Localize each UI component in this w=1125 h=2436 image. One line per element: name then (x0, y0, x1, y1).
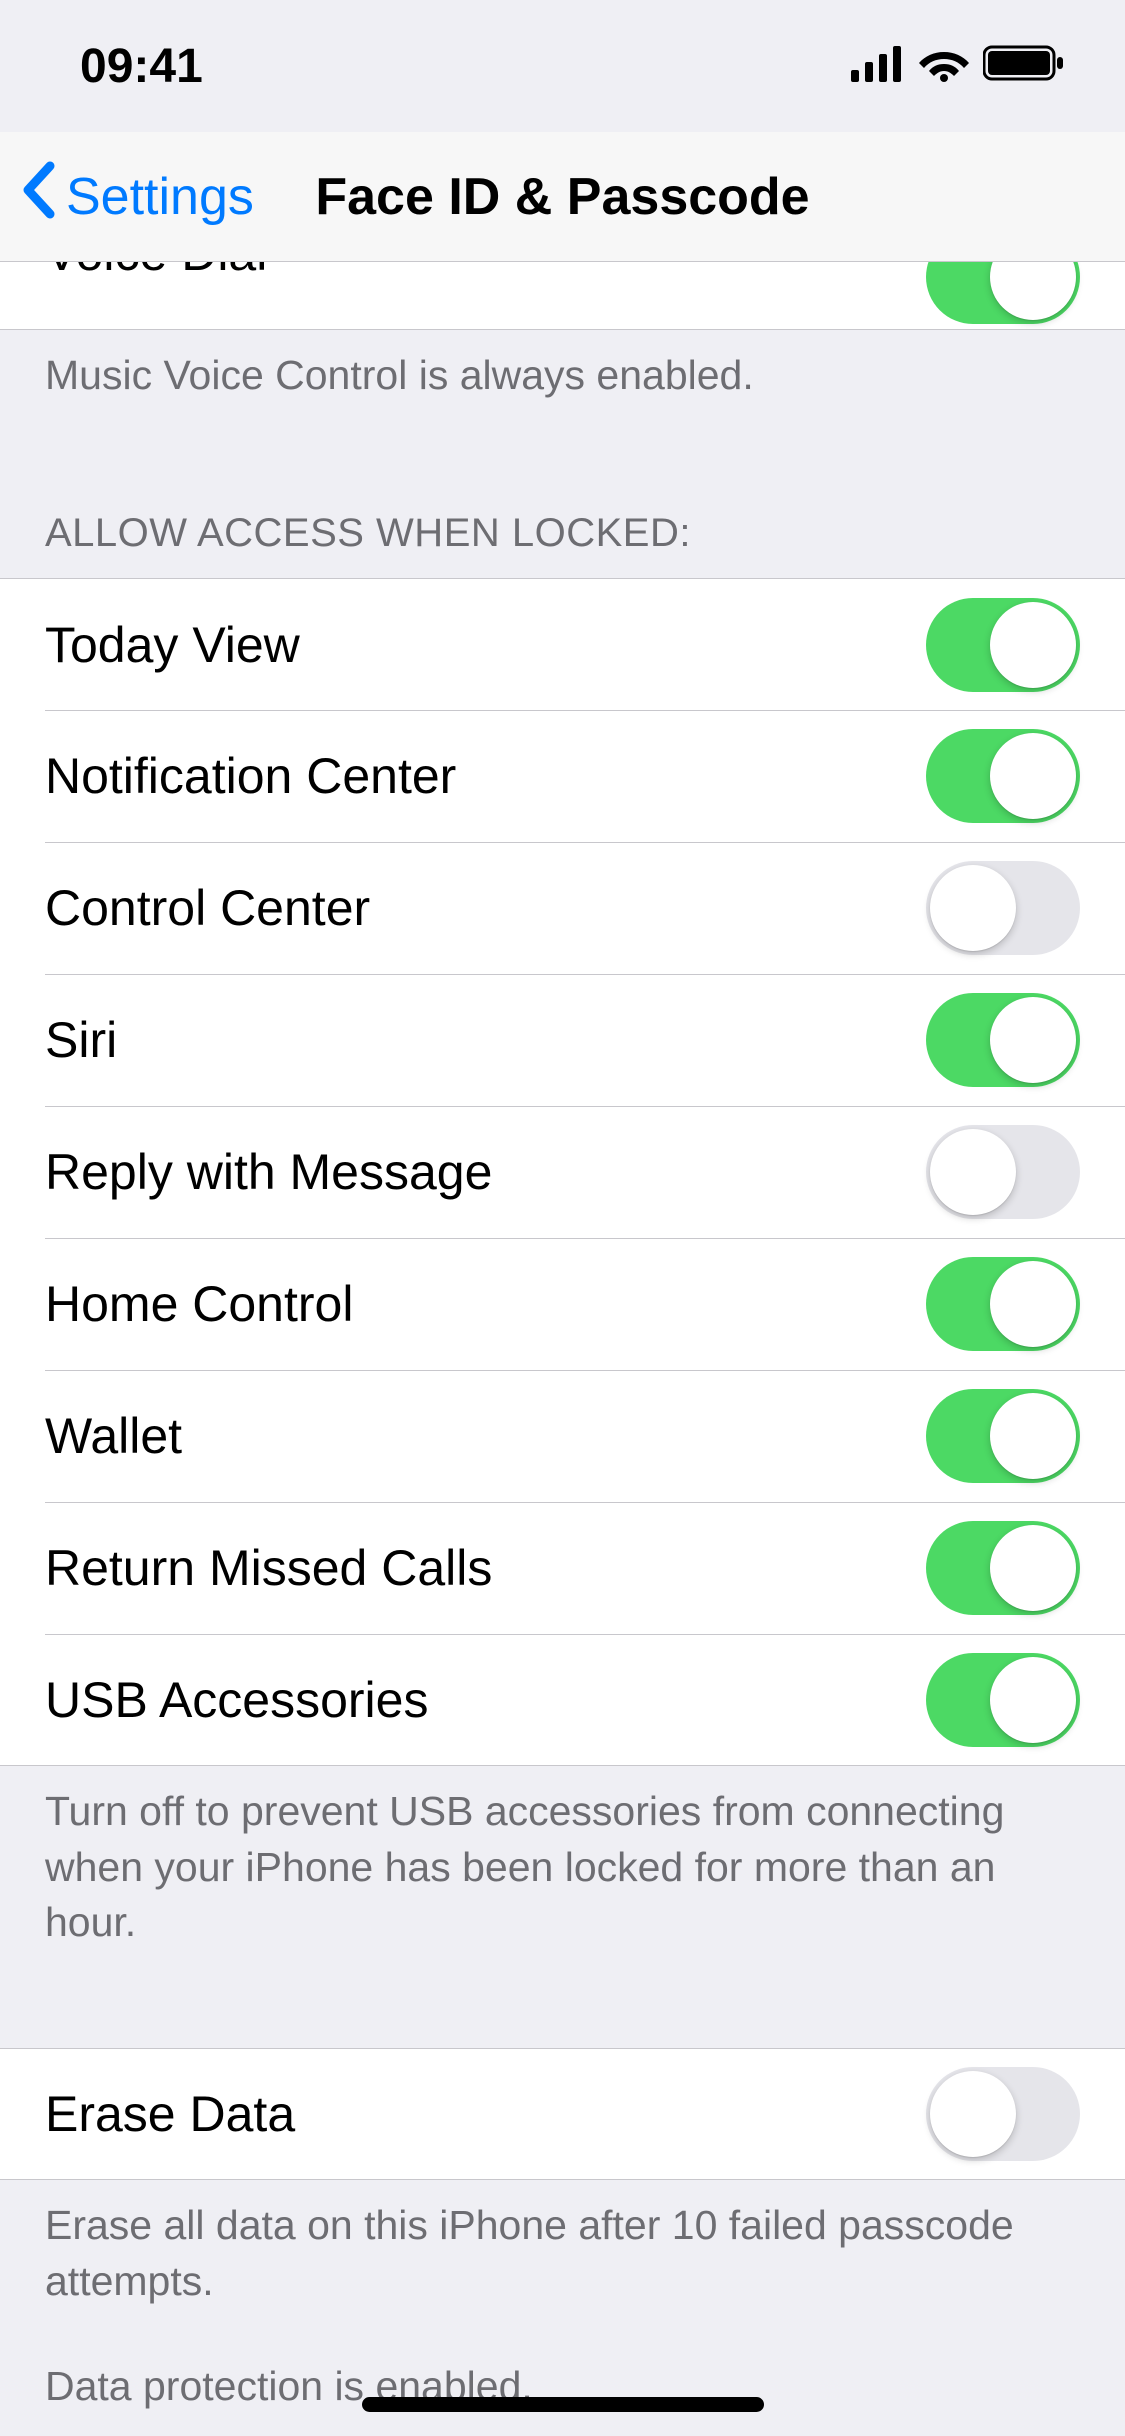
toggle-erase-data[interactable] (926, 2067, 1080, 2161)
toggle-control-center[interactable] (926, 861, 1080, 955)
cell-label: Home Control (45, 1275, 353, 1333)
cellular-icon (851, 39, 905, 94)
row-erase-data: Erase Data (0, 2048, 1125, 2180)
battery-icon (983, 39, 1065, 94)
toggle-reply-with-message[interactable] (926, 1125, 1080, 1219)
cell-label: Today View (45, 616, 300, 674)
toggle-today-view[interactable] (926, 598, 1080, 692)
cell-label: Notification Center (45, 747, 456, 805)
cell-label: Siri (45, 1011, 117, 1069)
allow-access-header: Allow access when locked: (0, 421, 1125, 578)
chevron-left-icon (20, 160, 56, 233)
content: Voice Dial Music Voice Control is always… (0, 262, 1125, 2436)
row-today-view: Today View (0, 578, 1125, 710)
row-reply-with-message: Reply with Message (0, 1106, 1125, 1238)
row-wallet: Wallet (0, 1370, 1125, 1502)
toggle-wallet[interactable] (926, 1389, 1080, 1483)
voice-dial-footer: Music Voice Control is always enabled. (0, 330, 1125, 421)
toggle-usb-accessories[interactable] (926, 1653, 1080, 1747)
row-control-center: Control Center (0, 842, 1125, 974)
row-voice-dial: Voice Dial (0, 262, 1125, 330)
toggle-siri[interactable] (926, 993, 1080, 1087)
status-indicators (851, 39, 1065, 94)
cell-label: USB Accessories (45, 1671, 428, 1729)
row-usb-accessories: USB Accessories (0, 1634, 1125, 1766)
toggle-notification-center[interactable] (926, 729, 1080, 823)
nav-bar: Settings Face ID & Passcode (0, 132, 1125, 262)
back-label: Settings (66, 167, 254, 227)
row-notification-center: Notification Center (0, 710, 1125, 842)
toggle-return-missed-calls[interactable] (926, 1521, 1080, 1615)
row-siri: Siri (0, 974, 1125, 1106)
cell-label: Erase Data (45, 2085, 295, 2143)
cell-label: Reply with Message (45, 1143, 492, 1201)
wifi-icon (919, 39, 969, 94)
status-bar: 09:41 (0, 0, 1125, 132)
row-home-control: Home Control (0, 1238, 1125, 1370)
erase-footer: Erase all data on this iPhone after 10 f… (0, 2180, 1125, 2432)
cell-label: Wallet (45, 1407, 182, 1465)
status-time: 09:41 (80, 39, 203, 94)
row-return-missed-calls: Return Missed Calls (0, 1502, 1125, 1634)
cell-label: Control Center (45, 879, 370, 937)
home-indicator (362, 2397, 764, 2412)
allow-access-group: Today View Notification Center Control Cen… (0, 578, 1125, 1766)
cell-label: Return Missed Calls (45, 1539, 492, 1597)
cell-label: Voice Dial (45, 262, 267, 282)
back-button[interactable]: Settings (0, 160, 254, 233)
toggle-home-control[interactable] (926, 1257, 1080, 1351)
toggle-voice-dial[interactable] (926, 262, 1080, 324)
usb-footer: Turn off to prevent USB accessories from… (0, 1766, 1125, 1968)
